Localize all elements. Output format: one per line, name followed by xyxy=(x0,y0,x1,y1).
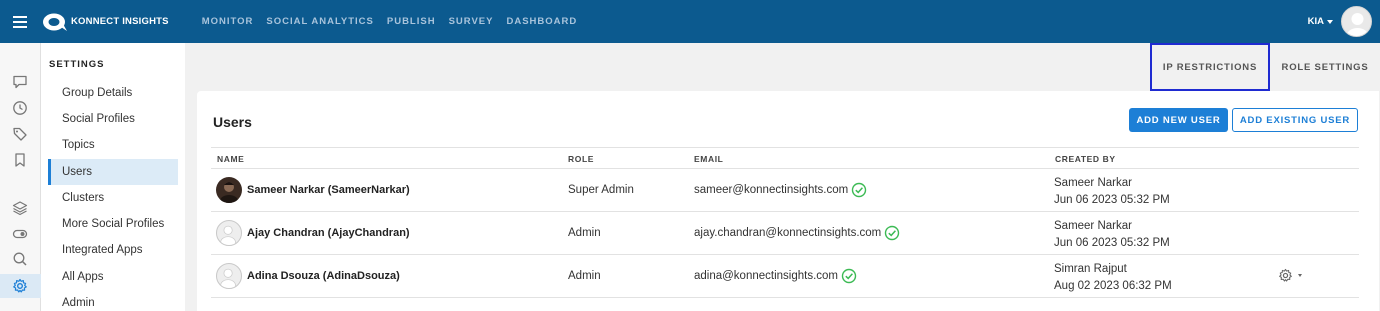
user-name[interactable]: Adina Dsouza (AdinaDsouza) xyxy=(247,270,400,282)
user-name-cell: Sameer Narkar (SameerNarkar) xyxy=(216,177,410,203)
gear-icon xyxy=(1279,268,1292,282)
nav-publish[interactable]: PUBLISH xyxy=(387,16,436,27)
created-by-cell: Sameer Narkar Jun 06 2023 05:32 PM xyxy=(1054,218,1170,252)
column-header-name[interactable]: NAME xyxy=(217,154,244,164)
user-menu[interactable]: KIA xyxy=(1308,6,1372,37)
user-name[interactable]: Sameer Narkar (SameerNarkar) xyxy=(247,184,410,196)
user-name-cell: Adina Dsouza (AdinaDsouza) xyxy=(216,263,400,289)
settings-title: SETTINGS xyxy=(49,59,105,70)
menu-item-users[interactable]: Users xyxy=(48,159,178,185)
column-header-created-by[interactable]: CREATED BY xyxy=(1055,154,1116,164)
row-actions-menu[interactable] xyxy=(1278,268,1302,283)
bookmark-icon[interactable] xyxy=(12,152,28,168)
created-by-cell: Simran Rajput Aug 02 2023 06:32 PM xyxy=(1054,261,1172,295)
avatar xyxy=(216,177,242,203)
hamburger-menu-icon[interactable] xyxy=(0,0,40,43)
created-by-name: Sameer Narkar xyxy=(1054,220,1132,232)
brand-logo[interactable]: KONNECT INSIGHTS xyxy=(41,0,169,43)
clock-icon[interactable] xyxy=(12,100,28,116)
user-role: Super Admin xyxy=(568,184,634,196)
created-by-name: Simran Rajput xyxy=(1054,263,1127,275)
layers-icon[interactable] xyxy=(12,200,28,216)
menu-item-integrated-apps[interactable]: Integrated Apps xyxy=(48,237,178,263)
gear-icon[interactable] xyxy=(12,278,28,294)
user-email-cell: adina@konnectinsights.com xyxy=(694,268,857,284)
menu-item-more-social-profiles[interactable]: More Social Profiles xyxy=(48,211,178,237)
menu-item-group-details[interactable]: Group Details xyxy=(48,80,178,106)
user-name[interactable]: Ajay Chandran (AjayChandran) xyxy=(247,227,410,239)
user-email-cell: ajay.chandran@konnectinsights.com xyxy=(694,225,900,241)
tab-ip-restrictions[interactable]: IP RESTRICTIONS xyxy=(1150,43,1270,91)
user-name-cell: Ajay Chandran (AjayChandran) xyxy=(216,220,410,246)
column-header-role[interactable]: ROLE xyxy=(568,154,594,164)
settings-menu: SETTINGS Group Details Social Profiles T… xyxy=(41,43,185,311)
add-existing-user-button[interactable]: ADD EXISTING USER xyxy=(1232,108,1358,132)
nav-monitor[interactable]: MONITOR xyxy=(202,16,254,27)
avatar xyxy=(216,263,242,289)
users-card: Users ADD NEW USER ADD EXISTING USER NAM… xyxy=(197,91,1379,311)
user-role: Admin xyxy=(568,227,601,239)
logo-mark-icon xyxy=(43,13,67,31)
chat-icon[interactable] xyxy=(12,74,28,90)
brand-name: KONNECT INSIGHTS xyxy=(71,16,169,27)
nav-survey[interactable]: SURVEY xyxy=(449,16,494,27)
toggle-icon[interactable] xyxy=(12,226,28,242)
user-role: Admin xyxy=(568,270,601,282)
top-bar: KONNECT INSIGHTS MONITOR SOCIAL ANALYTIC… xyxy=(0,0,1380,43)
menu-item-topics[interactable]: Topics xyxy=(48,132,178,158)
menu-item-all-apps[interactable]: All Apps xyxy=(48,264,178,290)
user-email: sameer@konnectinsights.com xyxy=(694,184,849,196)
column-header-email[interactable]: EMAIL xyxy=(694,154,723,164)
table-header: NAME ROLE EMAIL CREATED BY xyxy=(211,147,1359,169)
verified-check-icon xyxy=(852,182,867,198)
settings-tabs: IP RESTRICTIONS ROLE SETTINGS xyxy=(1150,43,1380,91)
created-on-date: Aug 02 2023 06:32 PM xyxy=(1054,280,1172,292)
avatar xyxy=(216,220,242,246)
verified-check-icon xyxy=(841,268,857,284)
created-on-date: Jun 06 2023 05:32 PM xyxy=(1054,237,1170,249)
tag-icon[interactable] xyxy=(12,126,28,142)
page-title: Users xyxy=(213,114,252,130)
tab-role-settings[interactable]: ROLE SETTINGS xyxy=(1270,43,1380,91)
nav-dashboard[interactable]: DASHBOARD xyxy=(506,16,577,27)
top-nav: MONITOR SOCIAL ANALYTICS PUBLISH SURVEY … xyxy=(202,16,591,27)
created-by-name: Sameer Narkar xyxy=(1054,177,1132,189)
table-row[interactable]: Ajay Chandran (AjayChandran) Admin ajay.… xyxy=(211,212,1359,255)
user-name: KIA xyxy=(1307,16,1324,27)
avatar[interactable] xyxy=(1341,6,1372,37)
icon-rail xyxy=(0,43,41,311)
menu-item-social-profiles[interactable]: Social Profiles xyxy=(48,106,178,132)
user-email: adina@konnectinsights.com xyxy=(694,270,839,282)
search-icon[interactable] xyxy=(12,251,28,267)
nav-social-analytics[interactable]: SOCIAL ANALYTICS xyxy=(266,16,374,27)
users-table: NAME ROLE EMAIL CREATED BY Sameer Narkar… xyxy=(211,147,1359,298)
verified-check-icon xyxy=(885,225,900,241)
chevron-down-icon xyxy=(1327,19,1333,24)
chevron-down-icon xyxy=(1298,274,1302,277)
user-email-cell: sameer@konnectinsights.com xyxy=(694,182,867,198)
menu-item-clusters[interactable]: Clusters xyxy=(48,185,178,211)
add-new-user-button[interactable]: ADD NEW USER xyxy=(1129,108,1228,132)
table-row[interactable]: Sameer Narkar (SameerNarkar) Super Admin… xyxy=(211,169,1359,212)
user-email: ajay.chandran@konnectinsights.com xyxy=(694,227,882,239)
created-on-date: Jun 06 2023 05:32 PM xyxy=(1054,194,1170,206)
created-by-cell: Sameer Narkar Jun 06 2023 05:32 PM xyxy=(1054,175,1170,209)
menu-item-admin[interactable]: Admin xyxy=(48,290,178,311)
table-row[interactable]: Adina Dsouza (AdinaDsouza) Admin adina@k… xyxy=(211,255,1359,298)
user-placeholder-icon xyxy=(1346,13,1369,36)
